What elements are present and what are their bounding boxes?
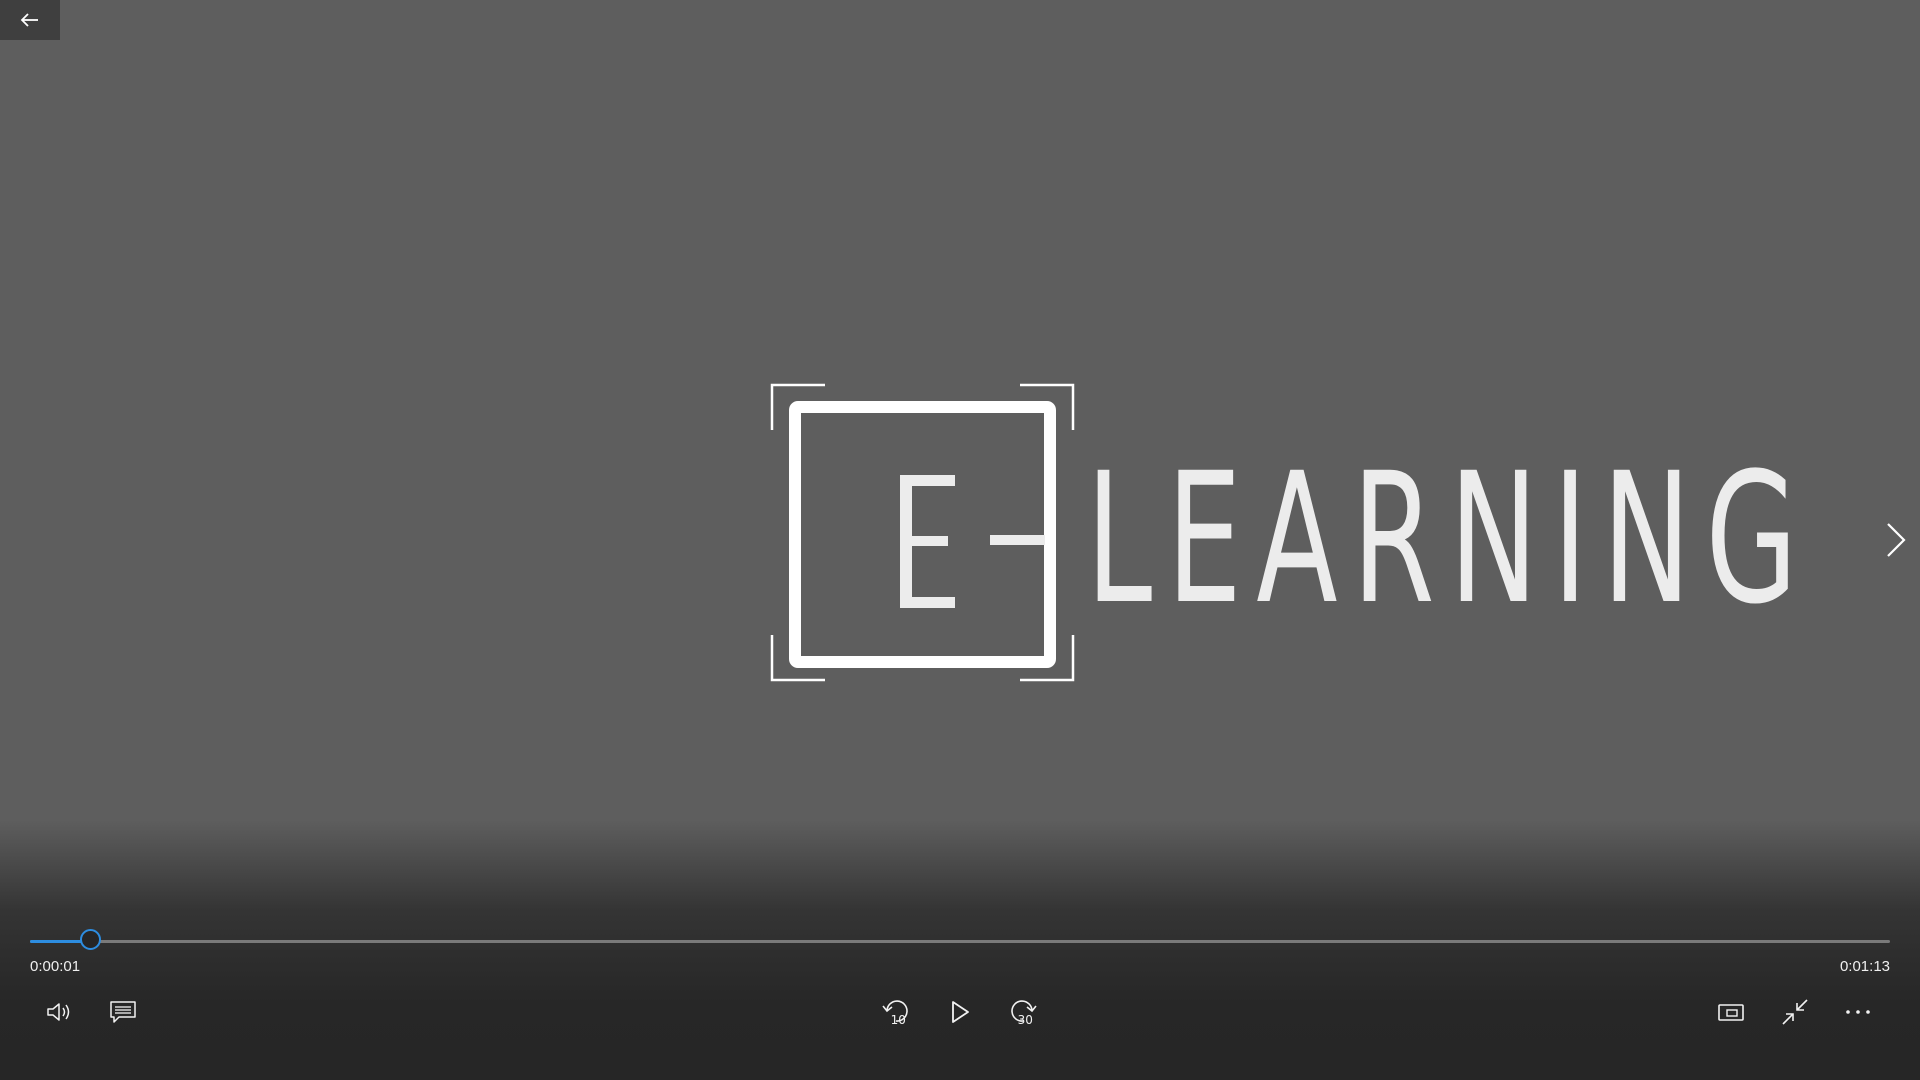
skip-back-label: 10	[890, 1013, 906, 1027]
controls-bar	[0, 820, 1920, 1080]
skip-forward-label: 30	[1017, 1013, 1033, 1027]
skip-forward-button[interactable]: 30	[999, 992, 1047, 1032]
logo-frame-icon	[770, 383, 1075, 682]
logo-word: LEARNING	[1086, 435, 1813, 644]
skip-back-button[interactable]: 10	[872, 992, 920, 1032]
captions-icon	[110, 1001, 136, 1023]
media-player: LEARNING 0:00:01 0:01:13 10 30	[0, 0, 1920, 1080]
play-icon	[952, 1001, 969, 1023]
volume-button[interactable]	[36, 992, 84, 1032]
mini-view-icon	[1718, 1004, 1744, 1021]
seek-thumb[interactable]	[79, 929, 101, 950]
captions-button[interactable]	[99, 992, 147, 1032]
e-learning-logo: LEARNING	[770, 380, 1830, 700]
volume-icon	[47, 1003, 70, 1021]
play-button[interactable]	[936, 992, 984, 1032]
seek-bar[interactable]	[30, 929, 1890, 950]
more-options-icon	[1846, 1010, 1870, 1014]
more-options-button[interactable]	[1834, 992, 1882, 1032]
arrow-left-icon	[20, 13, 38, 27]
next-video-button[interactable]	[1878, 518, 1914, 562]
chevron-right-icon	[1887, 523, 1906, 557]
back-button[interactable]	[0, 0, 60, 40]
mini-view-button[interactable]	[1707, 992, 1755, 1032]
elapsed-time: 0:00:01	[30, 958, 81, 975]
total-time: 0:01:13	[1839, 958, 1890, 975]
exit-fullscreen-button[interactable]	[1771, 992, 1819, 1032]
exit-fullscreen-icon	[1782, 999, 1808, 1025]
